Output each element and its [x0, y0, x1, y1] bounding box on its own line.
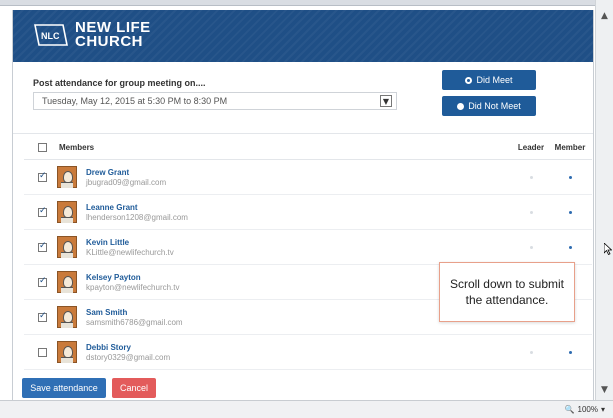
- avatar: [57, 236, 77, 258]
- scroll-down-icon[interactable]: ▼: [596, 382, 613, 398]
- logo-mark-text: NLC: [41, 31, 60, 41]
- leader-dot-icon: [529, 175, 533, 179]
- browser-top-bar: [0, 0, 613, 6]
- logo-line-2: CHURCH: [75, 33, 143, 50]
- member-checkbox[interactable]: [38, 241, 47, 252]
- save-attendance-button[interactable]: Save attendance: [22, 378, 106, 398]
- cancel-button[interactable]: Cancel: [112, 378, 156, 398]
- meeting-date-value: Tuesday, May 12, 2015 at 5:30 PM to 8:30…: [42, 96, 228, 106]
- nlc-logo-icon: NLC: [33, 21, 69, 49]
- avatar: [57, 166, 77, 188]
- member-info: Leanne Grant lhenderson1208@gmail.com: [86, 203, 514, 222]
- did-not-meet-button[interactable]: Did Not Meet: [442, 96, 536, 116]
- members-column-header: Members: [59, 143, 95, 152]
- radio-icon: [457, 102, 465, 110]
- member-checkbox[interactable]: [38, 347, 47, 357]
- radio-selected-icon: [465, 76, 473, 84]
- zoom-level: 100%: [577, 405, 598, 414]
- page-scrollbar[interactable]: ▲ ▼: [595, 0, 613, 400]
- mouse-cursor-icon: [604, 243, 612, 255]
- post-attendance-label: Post attendance for group meeting on....: [33, 78, 206, 88]
- church-logo[interactable]: NLC NEW LIFE CHURCH: [33, 20, 151, 50]
- leader-toggle[interactable]: [514, 245, 548, 249]
- member-checkbox[interactable]: [38, 171, 47, 182]
- member-column-header: Member: [554, 143, 586, 152]
- member-name[interactable]: Leanne Grant: [86, 203, 514, 212]
- member-dot-icon: [568, 210, 572, 214]
- app-header: NLC NEW LIFE CHURCH: [13, 10, 593, 62]
- did-not-meet-label: Did Not Meet: [468, 101, 521, 111]
- zoom-control[interactable]: 🔍 100% ▾: [565, 405, 605, 414]
- avatar: [57, 271, 77, 293]
- scroll-hint-callout: Scroll down to submit the attendance.: [439, 262, 575, 322]
- member-email: KLittle@newlifechurch.tv: [86, 247, 174, 257]
- member-toggle[interactable]: [548, 175, 592, 179]
- table-row: Drew Grantjbugrad09@gmail.com: [24, 160, 592, 195]
- member-info: Kevin Little KLittle@newlifechurch.tv: [86, 238, 514, 257]
- browser-status-bar: 🔍 100% ▾: [0, 400, 613, 418]
- avatar: [57, 306, 77, 328]
- member-checkbox[interactable]: [38, 206, 47, 217]
- leader-dot-icon: [529, 350, 533, 354]
- avatar: [57, 201, 77, 223]
- member-email: dstory0329@gmail.com: [86, 352, 171, 362]
- member-name[interactable]: Drew Grant: [86, 168, 514, 177]
- member-name[interactable]: Debbi Story: [86, 343, 514, 352]
- leader-dot-icon: [529, 245, 533, 249]
- member-name[interactable]: Kevin Little: [86, 238, 514, 247]
- member-info: Debbi Story dstory0329@gmail.com: [86, 343, 514, 362]
- table-row: Debbi Story dstory0329@gmail.com: [24, 335, 592, 370]
- table-row: Leanne Grantlhenderson1208@gmail.com: [24, 195, 592, 230]
- table-row: Kevin LittleKLittle@newlifechurch.tv: [24, 230, 592, 265]
- scroll-up-icon[interactable]: ▲: [596, 8, 613, 24]
- member-toggle[interactable]: [548, 245, 592, 249]
- zoom-icon: 🔍: [564, 405, 575, 414]
- members-table-header: Members Leader Member: [24, 136, 592, 160]
- member-info: Drew Grant jbugrad09@gmail.com: [86, 168, 514, 187]
- member-toggle[interactable]: [548, 350, 592, 354]
- leader-toggle[interactable]: [514, 210, 548, 214]
- member-email: lhenderson1208@gmail.com: [86, 212, 188, 222]
- member-email: jbugrad09@gmail.com: [86, 177, 167, 187]
- member-dot-icon: [568, 245, 572, 249]
- leader-column-header: Leader: [517, 143, 545, 152]
- member-checkbox[interactable]: [38, 276, 47, 287]
- avatar: [57, 341, 77, 363]
- member-dot-icon: [568, 350, 572, 354]
- did-meet-button[interactable]: Did Meet: [442, 70, 536, 90]
- form-actions: Save attendance Cancel: [22, 378, 156, 398]
- member-toggle[interactable]: [548, 210, 592, 214]
- members-table: Members Leader Member Drew Grantjbugrad0…: [24, 136, 592, 370]
- member-dot-icon: [568, 175, 572, 179]
- logo-wordmark: NEW LIFE CHURCH: [75, 20, 151, 50]
- leader-toggle[interactable]: [514, 350, 548, 354]
- leader-toggle[interactable]: [514, 175, 548, 179]
- zoom-dropdown-icon[interactable]: ▾: [601, 405, 605, 414]
- chevron-down-icon[interactable]: ▼: [380, 95, 392, 107]
- meeting-date-select[interactable]: Tuesday, May 12, 2015 at 5:30 PM to 8:30…: [33, 92, 397, 110]
- did-meet-label: Did Meet: [476, 75, 513, 85]
- leader-dot-icon: [529, 210, 533, 214]
- member-checkbox[interactable]: [38, 311, 47, 322]
- select-all-checkbox[interactable]: [38, 143, 47, 152]
